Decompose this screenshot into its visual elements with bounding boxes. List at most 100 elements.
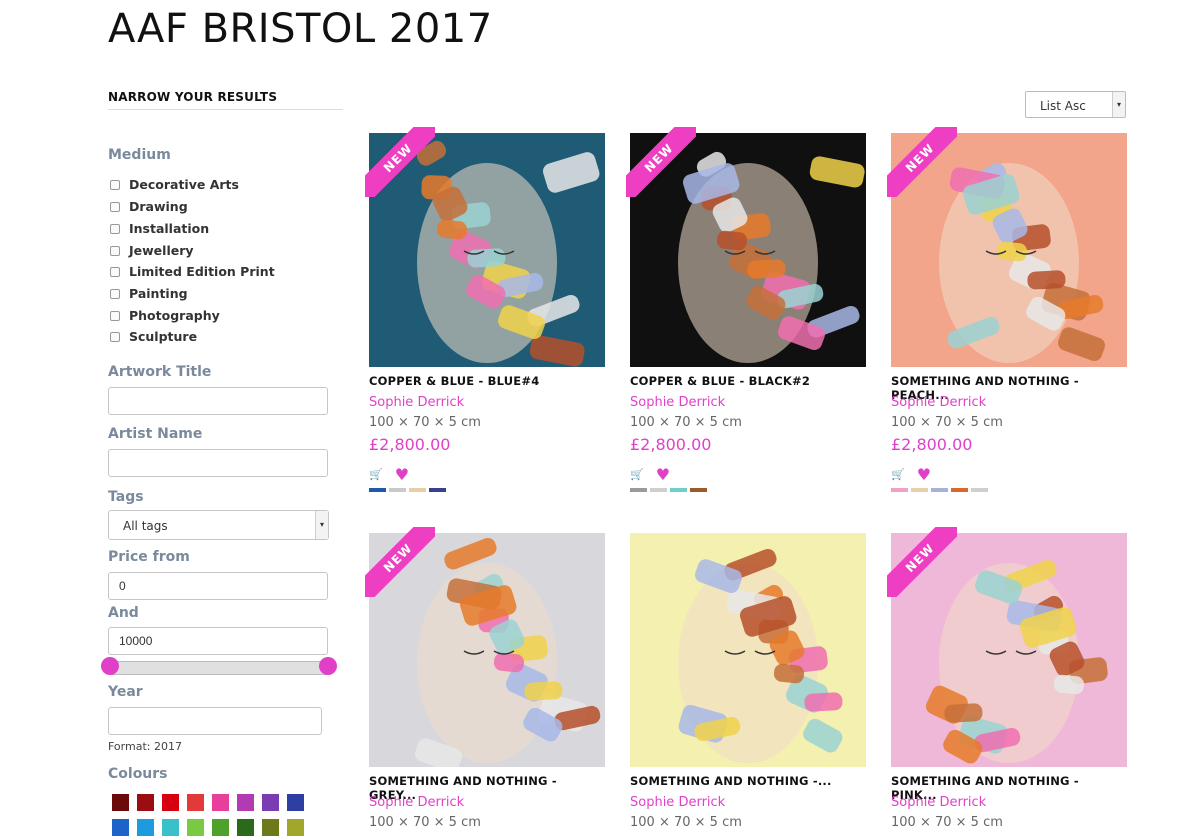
medium-option-decorative-arts[interactable]: Decorative Arts — [108, 177, 239, 192]
medium-option-installation[interactable]: Installation — [108, 221, 209, 236]
product-colour-palette — [369, 488, 446, 492]
price-from-label: Price from — [108, 549, 190, 565]
medium-option-label: Installation — [129, 221, 210, 236]
palette-colour-chip — [971, 488, 988, 492]
price-to-input[interactable] — [108, 627, 328, 655]
palette-colour-chip — [630, 488, 647, 492]
colour-swatch[interactable] — [187, 819, 204, 836]
page-title: AAF BRISTOL 2017 — [108, 6, 493, 52]
colour-swatch[interactable] — [112, 794, 129, 811]
product-dimensions: 100 × 70 × 5 cm — [891, 815, 1003, 830]
cart-icon[interactable]: 🛒 — [891, 468, 905, 481]
product-dimensions: 100 × 70 × 5 cm — [369, 815, 481, 830]
medium-option-label: Drawing — [129, 199, 188, 214]
checkbox[interactable] — [110, 201, 120, 212]
colour-swatch[interactable] — [212, 794, 229, 811]
new-badge-label: NEW — [365, 527, 435, 597]
tags-label: Tags — [108, 489, 144, 505]
sort-select[interactable]: List Asc ▾ — [1025, 91, 1126, 118]
heart-icon[interactable]: ♥ — [395, 465, 409, 484]
new-badge-label: NEW — [365, 127, 435, 197]
medium-option-limited-edition-print[interactable]: Limited Edition Print — [108, 264, 275, 279]
medium-option-label: Limited Edition Print — [129, 264, 275, 279]
checkbox[interactable] — [110, 266, 120, 277]
artwork-title-label: Artwork Title — [108, 364, 212, 380]
product-artist[interactable]: Sophie Derrick — [891, 395, 986, 410]
palette-colour-chip — [690, 488, 707, 492]
palette-colour-chip — [951, 488, 968, 492]
product-title[interactable]: SOMETHING AND NOTHING -... — [630, 774, 832, 788]
product-dimensions: 100 × 70 × 5 cm — [891, 415, 1003, 430]
product-price: £2,800.00 — [369, 435, 451, 454]
sort-selected-value: List Asc — [1040, 99, 1086, 113]
medium-option-jewellery[interactable]: Jewellery — [108, 243, 194, 258]
medium-option-drawing[interactable]: Drawing — [108, 199, 188, 214]
product-dimensions: 100 × 70 × 5 cm — [630, 415, 742, 430]
checkbox[interactable] — [110, 179, 120, 190]
price-from-input[interactable] — [108, 572, 328, 600]
checkbox[interactable] — [110, 223, 120, 234]
tags-selected-value: All tags — [123, 519, 168, 533]
palette-colour-chip — [389, 488, 406, 492]
palette-colour-chip — [931, 488, 948, 492]
product-title[interactable]: COPPER & BLUE - BLACK#2 — [630, 374, 810, 388]
medium-option-label: Sculpture — [129, 329, 198, 344]
new-badge: NEW — [365, 527, 435, 597]
price-slider-track[interactable] — [110, 661, 330, 675]
product-dimensions: 100 × 70 × 5 cm — [630, 815, 742, 830]
chevron-down-icon: ▾ — [315, 511, 328, 539]
colour-swatch[interactable] — [112, 819, 129, 836]
palette-colour-chip — [670, 488, 687, 492]
colour-swatch[interactable] — [287, 819, 304, 836]
product-artist[interactable]: Sophie Derrick — [630, 395, 725, 410]
colour-swatch[interactable] — [137, 794, 154, 811]
product-artist[interactable]: Sophie Derrick — [369, 795, 464, 810]
colour-swatch[interactable] — [262, 794, 279, 811]
heart-icon[interactable]: ♥ — [656, 465, 670, 484]
colour-swatch[interactable] — [162, 819, 179, 836]
medium-option-label: Photography — [129, 308, 220, 323]
filter-sidebar: NARROW YOUR RESULTS — [108, 90, 343, 110]
product-artist[interactable]: Sophie Derrick — [369, 395, 464, 410]
medium-option-sculpture[interactable]: Sculpture — [108, 329, 197, 344]
colour-swatch[interactable] — [262, 819, 279, 836]
price-slider-min-handle[interactable] — [101, 657, 119, 675]
checkbox[interactable] — [110, 331, 120, 342]
new-badge: NEW — [887, 127, 957, 197]
medium-option-label: Decorative Arts — [129, 177, 239, 192]
checkbox[interactable] — [110, 245, 120, 256]
palette-colour-chip — [911, 488, 928, 492]
price-slider-max-handle[interactable] — [319, 657, 337, 675]
product-artist[interactable]: Sophie Derrick — [891, 795, 986, 810]
artist-name-input[interactable] — [108, 449, 328, 477]
artwork-image[interactable] — [630, 533, 866, 767]
product-title[interactable]: COPPER & BLUE - BLUE#4 — [369, 374, 539, 388]
year-input[interactable] — [108, 707, 322, 735]
product-actions: 🛒 ♥ — [630, 465, 670, 484]
colour-swatch[interactable] — [212, 819, 229, 836]
colour-swatch[interactable] — [237, 794, 254, 811]
colour-swatch[interactable] — [237, 819, 254, 836]
narrow-results-heading: NARROW YOUR RESULTS — [108, 90, 343, 110]
checkbox[interactable] — [110, 288, 120, 299]
medium-option-photography[interactable]: Photography — [108, 308, 220, 323]
medium-label: Medium — [108, 147, 171, 163]
colour-swatch[interactable] — [162, 794, 179, 811]
medium-option-painting[interactable]: Painting — [108, 286, 188, 301]
artwork-title-input[interactable] — [108, 387, 328, 415]
new-badge: NEW — [887, 527, 957, 597]
product-artist[interactable]: Sophie Derrick — [630, 795, 725, 810]
cart-icon[interactable]: 🛒 — [369, 468, 383, 481]
colour-swatch[interactable] — [137, 819, 154, 836]
chevron-down-icon: ▾ — [1112, 92, 1125, 117]
colour-swatch[interactable] — [187, 794, 204, 811]
colours-label: Colours — [108, 766, 168, 782]
new-badge-label: NEW — [887, 527, 957, 597]
cart-icon[interactable]: 🛒 — [630, 468, 644, 481]
checkbox[interactable] — [110, 310, 120, 321]
year-format-hint: Format: 2017 — [108, 740, 182, 753]
colour-swatch[interactable] — [287, 794, 304, 811]
heart-icon[interactable]: ♥ — [917, 465, 931, 484]
medium-option-label: Painting — [129, 286, 188, 301]
tags-select[interactable]: All tags ▾ — [108, 510, 329, 540]
